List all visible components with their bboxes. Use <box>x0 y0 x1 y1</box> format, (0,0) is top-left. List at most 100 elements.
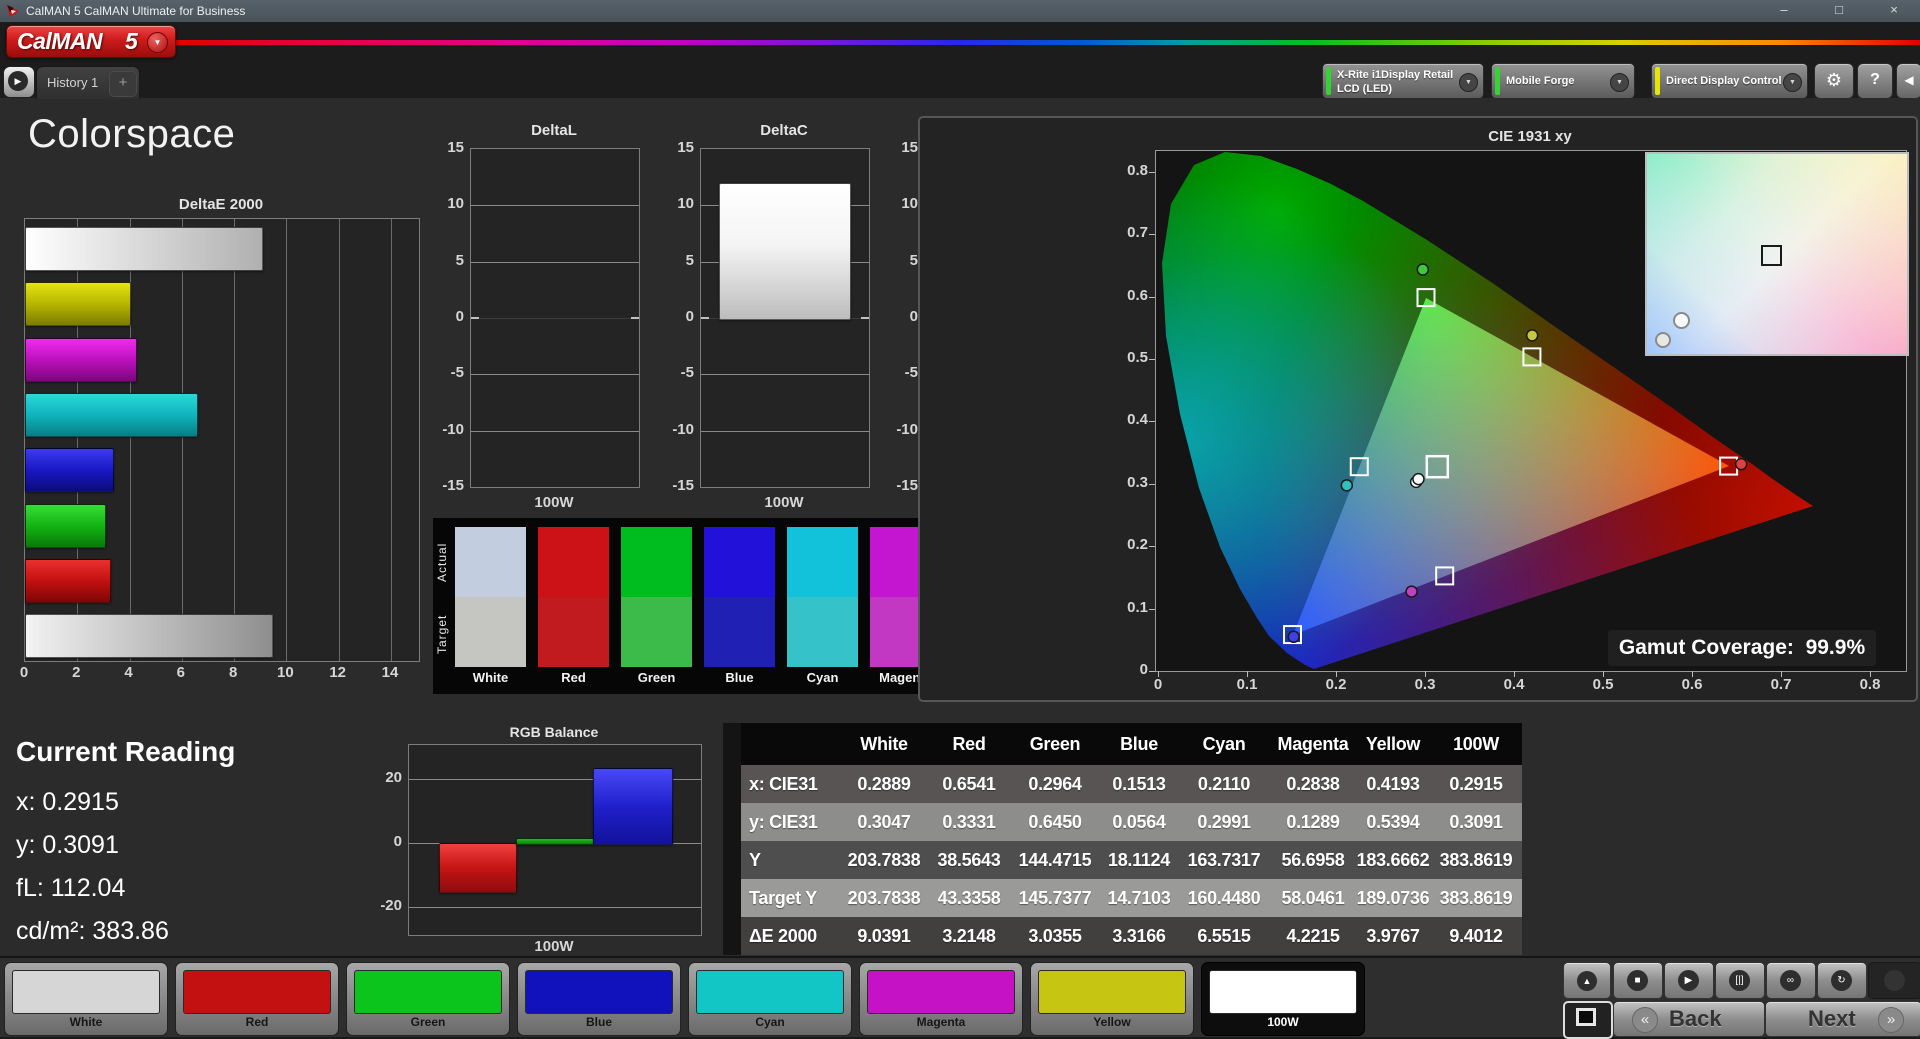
reading-x: x: 0.2915 <box>16 788 119 817</box>
pattern-button-100w[interactable]: 100W <box>1201 962 1365 1036</box>
table-cell: 0.4193 <box>1356 765 1430 803</box>
stop-button[interactable]: ■ <box>1613 962 1663 999</box>
next-button[interactable]: Next » <box>1765 1001 1920 1037</box>
display-status-indicator <box>1655 67 1660 95</box>
minimize-button[interactable]: – <box>1763 0 1805 22</box>
source-dropdown[interactable]: Mobile Forge ▼ <box>1491 63 1635 99</box>
cie-measurement-dot-blue <box>1288 631 1299 642</box>
table-cell <box>723 803 741 841</box>
table-cell: 6.5515 <box>1178 917 1270 955</box>
deltal-ytick--15: -15 <box>424 477 464 494</box>
rgb-x-label: 100W <box>408 938 700 955</box>
source-dropdown-label: Mobile Forge <box>1506 64 1624 89</box>
cie-measurement-dot-yellow <box>1527 330 1538 341</box>
swatch-label-green: Green <box>621 670 692 685</box>
calman-logo-menu[interactable]: CalMAN 5 ▼ <box>6 25 176 58</box>
back-arrow-icon: « <box>1632 1007 1658 1033</box>
pattern-button-green[interactable]: Green <box>346 962 510 1036</box>
cie-ytick-0.7: 0.7 <box>1106 224 1148 241</box>
table-row: Target Y203.783843.3358145.737714.710316… <box>723 879 1522 917</box>
settings-gear-icon[interactable]: ⚙ <box>1814 63 1854 99</box>
cie-ytickmark <box>1149 671 1155 672</box>
deltae-bar-magenta <box>25 338 137 382</box>
cie-chart-title: CIE 1931 xy <box>1155 128 1905 145</box>
back-button[interactable]: « Back <box>1613 1001 1765 1037</box>
deltae-bar-100w <box>25 614 273 658</box>
pattern-button-magenta[interactable]: Magenta <box>859 962 1023 1036</box>
pattern-button-blue[interactable]: Blue <box>517 962 681 1036</box>
cie-ytickmark <box>1149 172 1155 173</box>
table-cell: 0.3331 <box>928 803 1010 841</box>
deltae-bar-cyan <box>25 393 198 437</box>
pattern-button-white[interactable]: White <box>4 962 168 1036</box>
display-chevron-down-icon[interactable]: ▼ <box>1783 73 1802 92</box>
pattern-chip-100w <box>1209 970 1357 1014</box>
stop-icon: ■ <box>1627 970 1648 991</box>
table-cell <box>723 723 741 765</box>
next-arrow-icon: » <box>1878 1007 1904 1033</box>
pattern-window-button[interactable] <box>1563 1001 1613 1039</box>
current-reading-title: Current Reading <box>16 736 235 768</box>
table-row: y: CIE310.30470.33310.64500.05640.29910.… <box>723 803 1522 841</box>
table-cell <box>723 841 741 879</box>
deltae-gridline <box>286 219 287 661</box>
deltal-ytick-10: 10 <box>424 195 464 212</box>
cie-ytick-0.3: 0.3 <box>1106 474 1148 491</box>
cie-xtickmark <box>1514 671 1515 677</box>
pattern-chip-green <box>354 970 502 1014</box>
table-cell: Yellow <box>1356 723 1430 765</box>
swatch-label-cyan: Cyan <box>787 670 858 685</box>
cie-measurement-dot-green <box>1417 264 1428 275</box>
add-tab-button[interactable]: + <box>109 71 137 97</box>
pattern-button-red[interactable]: Red <box>175 962 339 1036</box>
play-button[interactable]: ▶ <box>1664 962 1714 999</box>
table-cell: 0.1289 <box>1270 803 1356 841</box>
target-swatch-green <box>621 597 692 667</box>
pattern-button-yellow[interactable]: Yellow <box>1030 962 1194 1036</box>
pattern-window-up-button[interactable]: ▲ <box>1563 962 1611 999</box>
pattern-button-cyan[interactable]: Cyan <box>688 962 852 1036</box>
deltah-ytick--10: -10 <box>878 421 918 438</box>
cie-measurement-dot-cyan <box>1341 480 1352 491</box>
display-control-dropdown[interactable]: Direct Display Control ▼ <box>1651 63 1808 99</box>
table-cell: 14.7103 <box>1100 879 1178 917</box>
gridline <box>471 205 639 206</box>
cie-xtickmark <box>1425 671 1426 677</box>
source-chevron-down-icon[interactable]: ▼ <box>1610 73 1629 92</box>
refresh-button[interactable]: ↻ <box>1817 962 1867 999</box>
single-measure-button[interactable]: [|] <box>1715 962 1765 999</box>
tab-scroll-button[interactable]: ▶ <box>3 66 35 98</box>
logo-chevron-down-icon[interactable]: ▼ <box>147 32 168 53</box>
cie-ytick-0.5: 0.5 <box>1106 349 1148 366</box>
help-icon[interactable]: ? <box>1857 63 1893 99</box>
cie-measurement-dot-red <box>1736 459 1747 470</box>
cie-measurement-dot-magenta <box>1406 586 1417 597</box>
cie-xtick-0.1: 0.1 <box>1227 676 1267 693</box>
table-cell: 0.5394 <box>1356 803 1430 841</box>
cie-xtickmark <box>1692 671 1693 677</box>
cie-xtickmark <box>1158 671 1159 677</box>
zero-tick <box>861 317 869 319</box>
deltal-ytick-15: 15 <box>424 139 464 156</box>
tab-history-1[interactable]: History 1 + <box>36 66 140 99</box>
deltah-ytick-15: 15 <box>878 139 918 156</box>
restore-button[interactable]: □ <box>1818 0 1860 22</box>
deltah-ytick-5: 5 <box>878 252 918 269</box>
meter-chevron-down-icon[interactable]: ▼ <box>1459 73 1478 92</box>
continuous-measure-button[interactable]: ∞ <box>1766 962 1816 999</box>
deltae-xtick-12: 12 <box>323 664 353 681</box>
pattern-label: Green <box>347 1015 509 1029</box>
zero-tick <box>701 317 709 319</box>
table-cell: 100W <box>1430 723 1522 765</box>
pattern-label: Magenta <box>860 1015 1022 1029</box>
table-cell: 0.2838 <box>1270 765 1356 803</box>
meter-dropdown[interactable]: X-Rite i1Display Retail LCD (LED) ▼ <box>1322 63 1484 99</box>
refresh-icon: ↻ <box>1831 970 1852 991</box>
cie-xtickmark <box>1247 671 1248 677</box>
rgb-bar-red <box>439 843 517 893</box>
collapse-panel-icon[interactable]: ◀ <box>1896 63 1920 99</box>
close-button[interactable]: × <box>1873 0 1915 22</box>
cie-ytick-0.4: 0.4 <box>1106 411 1148 428</box>
row-label: Target Y <box>741 879 840 917</box>
actual-swatch-blue <box>704 527 775 597</box>
